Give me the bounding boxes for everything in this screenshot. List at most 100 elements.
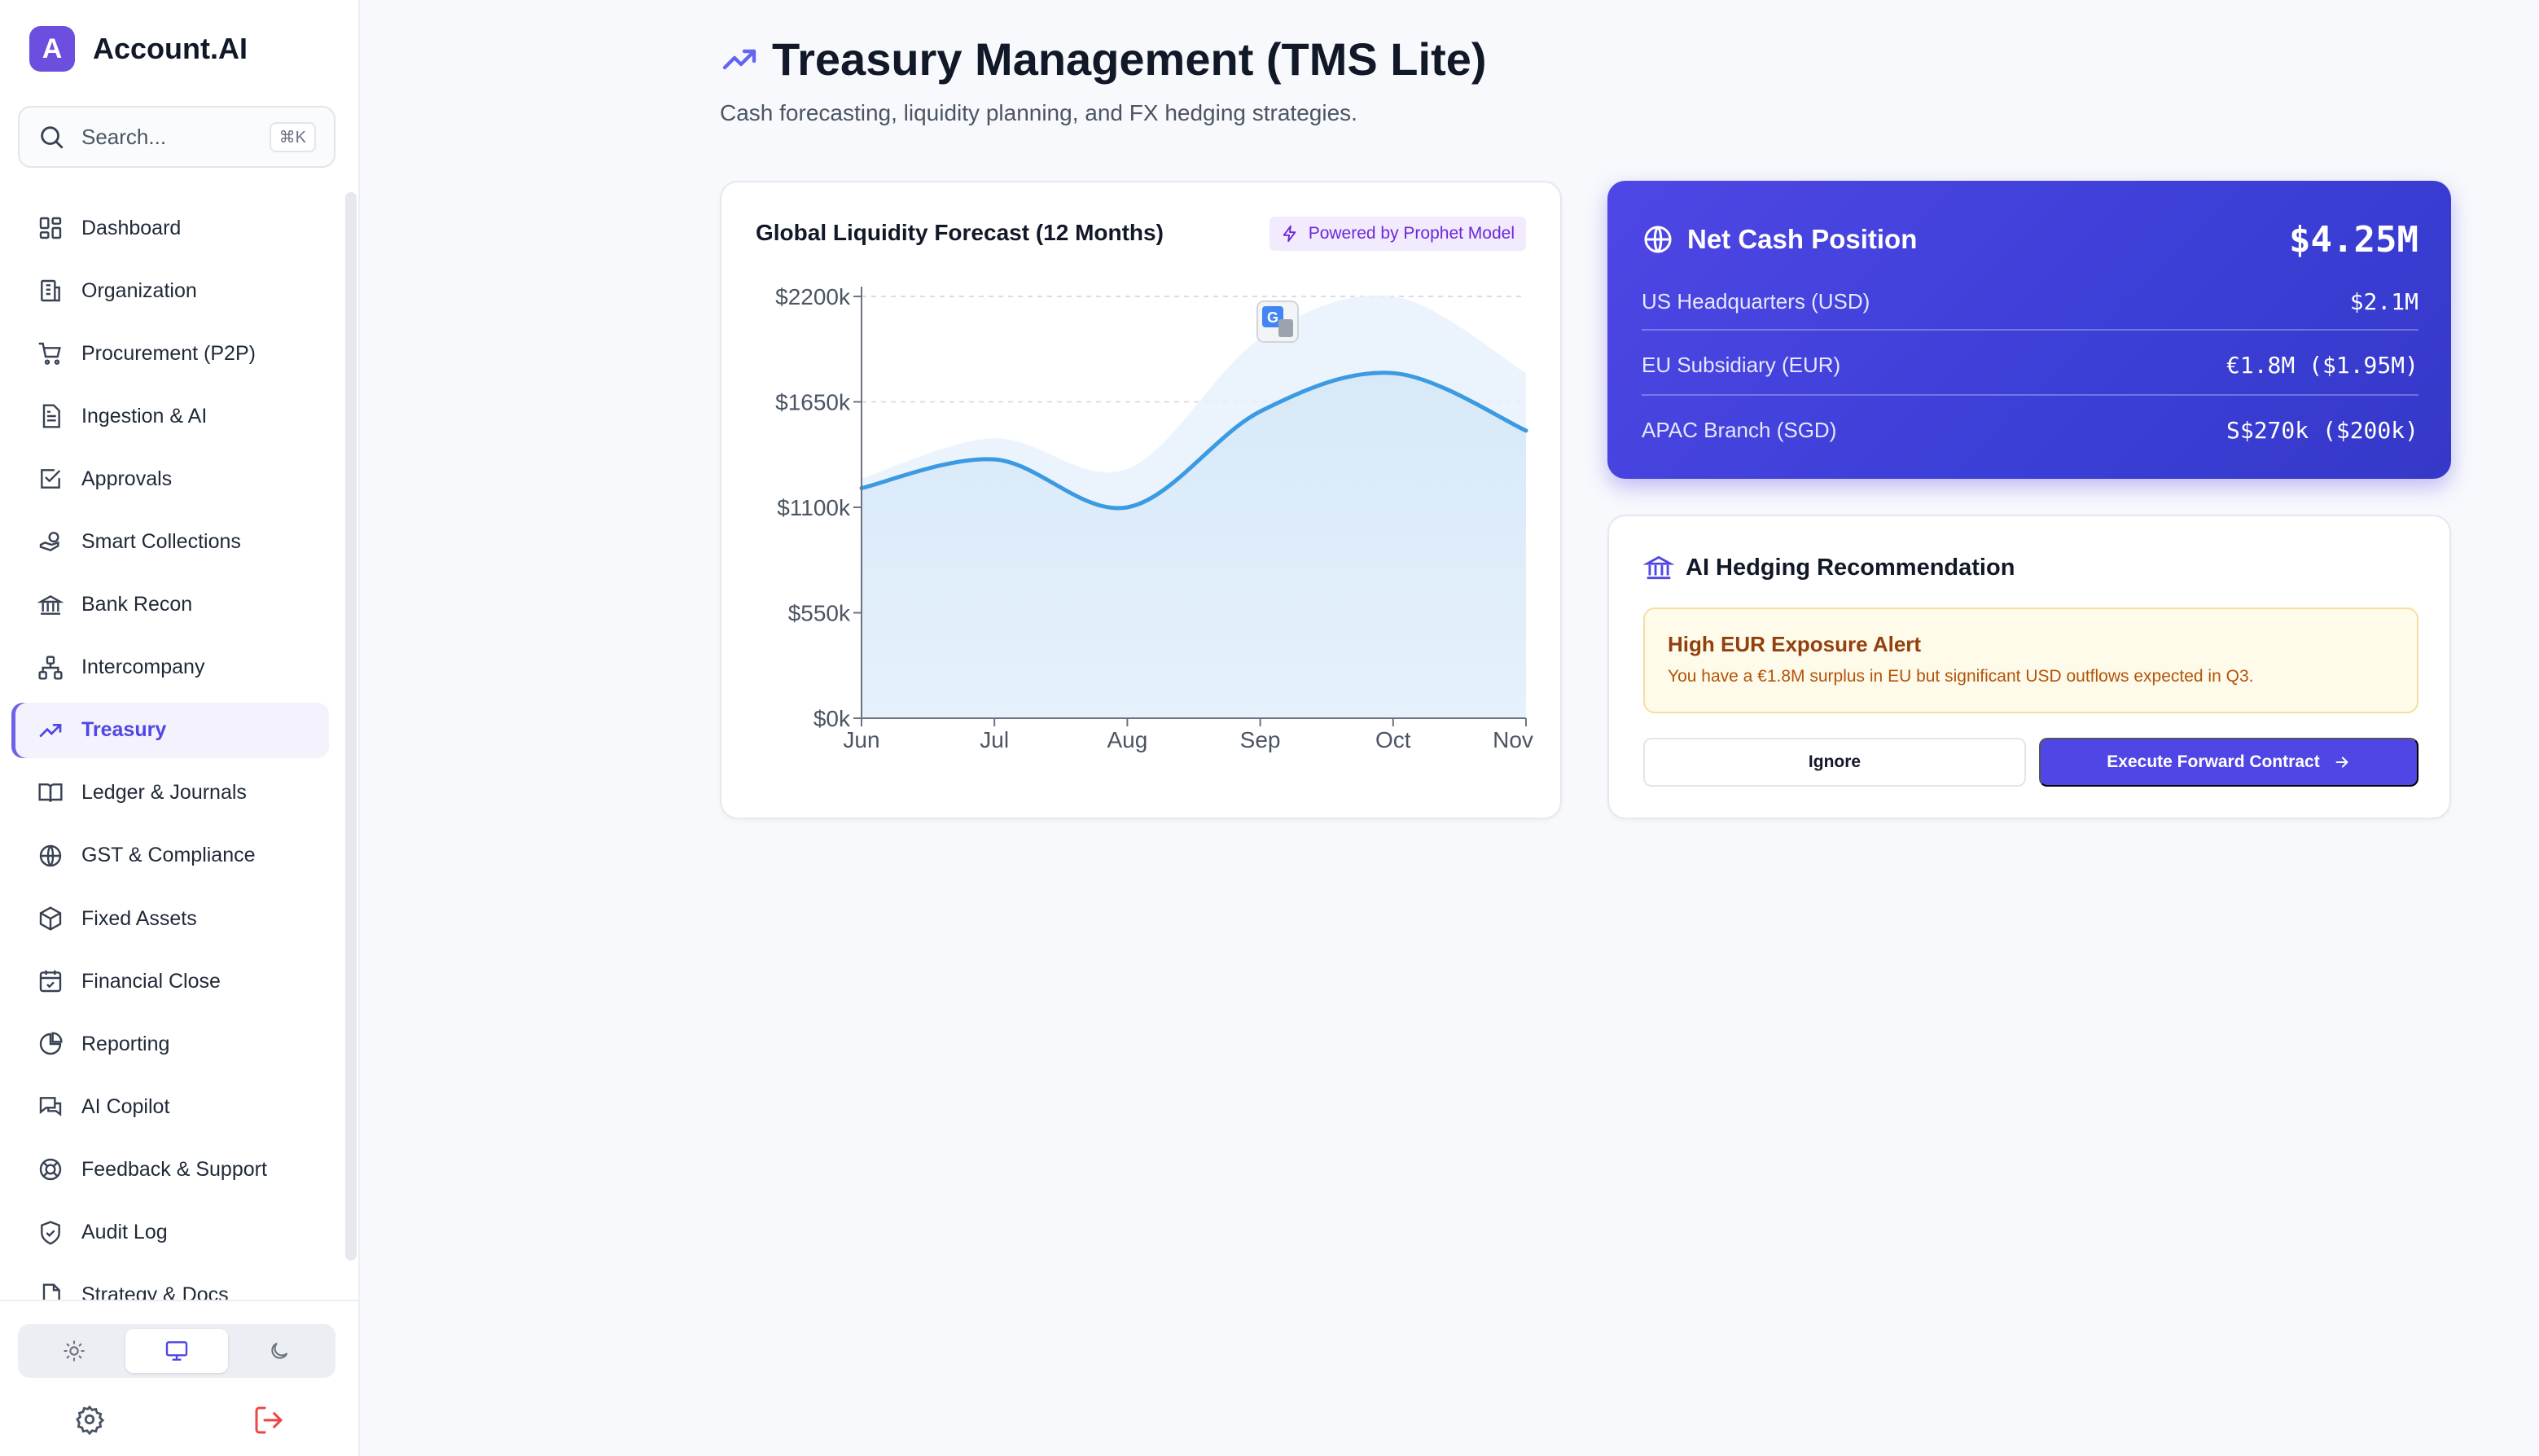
alert-title: High EUR Exposure Alert <box>1668 632 1922 656</box>
cash-row-label: EU Subsidiary (EUR) <box>1642 352 1841 377</box>
alert-text: You have a €1.8M surplus in EU but signi… <box>1668 667 2254 686</box>
sidebar-item-audit-log[interactable]: Audit Log <box>11 1205 329 1261</box>
x-tick-label: Sep <box>1240 727 1281 752</box>
sun-icon <box>64 1340 85 1362</box>
pie-chart-icon <box>36 1029 65 1059</box>
hedging-title: AI Hedging Recommendation <box>1686 554 2015 581</box>
sidebar-item-approvals[interactable]: Approvals <box>11 451 329 507</box>
page-header: Treasury Management (TMS Lite) Cash fore… <box>720 33 1487 126</box>
sidebar-item-label: Organization <box>81 278 197 302</box>
sidebar-item-label: Intercompany <box>81 656 205 679</box>
sidebar-bottom-actions <box>0 1404 358 1436</box>
moon-icon <box>271 1342 288 1359</box>
trending-up-icon <box>722 49 756 69</box>
globe-icon <box>36 841 65 871</box>
sidebar-item-label: Bank Recon <box>81 593 193 616</box>
sidebar-item-label: Strategy & Docs <box>81 1283 229 1300</box>
x-tick-label: Oct <box>1375 727 1411 752</box>
exposure-alert: High EUR Exposure Alert You have a €1.8M… <box>1643 607 2418 713</box>
x-tick-label: Jun <box>843 727 879 752</box>
sidebar-item-label: GST & Compliance <box>81 844 256 867</box>
chat-icon <box>36 1092 65 1121</box>
theme-light-button[interactable] <box>23 1329 125 1373</box>
divider <box>1642 329 2418 331</box>
sidebar-item-bank-recon[interactable]: Bank Recon <box>11 577 329 633</box>
cash-row-label: APAC Branch (SGD) <box>1642 417 1837 442</box>
translate-icon: G <box>1256 300 1299 343</box>
search-icon <box>41 126 64 149</box>
calendar-check-icon <box>36 967 65 996</box>
sidebar-item-label: Dashboard <box>81 216 182 239</box>
sidebar-item-smart-collections[interactable]: Smart Collections <box>11 514 329 569</box>
sidebar-item-label: Approvals <box>81 467 173 490</box>
execute-button-label: Execute Forward Contract <box>2107 752 2320 771</box>
sidebar-scrollbar[interactable] <box>345 192 357 1261</box>
monitor-icon <box>165 1341 188 1361</box>
execute-forward-contract-button[interactable]: Execute Forward Contract <box>2039 738 2418 787</box>
brand[interactable]: A Account.AI <box>29 26 248 72</box>
arrow-right-icon <box>2335 757 2348 768</box>
sidebar-item-ingestion[interactable]: Ingestion & AI <box>11 388 329 444</box>
net-cash-title: Net Cash Position <box>1687 224 1918 254</box>
sidebar-item-label: Procurement (P2P) <box>81 341 256 365</box>
sidebar-item-intercompany[interactable]: Intercompany <box>11 640 329 695</box>
liquidity-forecast-card: Global Liquidity Forecast (12 Months) Po… <box>720 181 1562 819</box>
sidebar-item-dashboard[interactable]: Dashboard <box>11 200 329 256</box>
sidebar-item-gst-compliance[interactable]: GST & Compliance <box>11 828 329 884</box>
check-square-icon <box>36 464 65 493</box>
box-icon <box>36 904 65 933</box>
sidebar-item-ai-copilot[interactable]: AI Copilot <box>11 1079 329 1134</box>
sidebar-item-strategy-docs[interactable]: Strategy & Docs <box>11 1268 329 1300</box>
file-icon <box>36 1281 65 1300</box>
sidebar-item-ledger[interactable]: Ledger & Journals <box>11 765 329 821</box>
cash-row-value: S$270k ($200k) <box>2225 416 2418 444</box>
cash-row-us: US Headquarters (USD) $2.1M <box>1642 269 2418 334</box>
liquidity-chart[interactable]: $0k$550k$1100k$1650k$2200kJun Jul Aug Sep Oc… <box>721 182 1560 818</box>
trending-up-icon <box>36 716 65 745</box>
network-icon <box>36 653 65 682</box>
sidebar-item-treasury[interactable]: Treasury <box>11 702 329 758</box>
x-tick-label: Aug <box>1107 727 1147 752</box>
cash-row-apac: APAC Branch (SGD) S$270k ($200k) <box>1642 397 2418 463</box>
sidebar-item-label: Smart Collections <box>81 529 241 553</box>
lifebuoy-icon <box>36 1155 65 1184</box>
dashboard-icon <box>36 213 65 243</box>
building-icon <box>36 276 65 305</box>
settings-button[interactable] <box>0 1404 179 1436</box>
book-icon <box>36 778 65 808</box>
sidebar-item-feedback-support[interactable]: Feedback & Support <box>11 1142 329 1197</box>
sidebar-item-reporting[interactable]: Reporting <box>11 1016 329 1072</box>
svg-text:G: G <box>1267 309 1278 326</box>
page-title: Treasury Management (TMS Lite) <box>772 33 1487 85</box>
sidebar-item-label: Treasury <box>81 718 167 742</box>
sidebar-item-procurement[interactable]: Procurement (P2P) <box>11 326 329 381</box>
ignore-button[interactable]: Ignore <box>1643 738 2026 787</box>
gear-icon <box>76 1405 105 1435</box>
sidebar-item-organization[interactable]: Organization <box>11 263 329 318</box>
cart-icon <box>36 339 65 368</box>
page-subtitle: Cash forecasting, liquidity planning, an… <box>720 100 1357 125</box>
bank-icon <box>36 590 65 620</box>
sidebar-item-fixed-assets[interactable]: Fixed Assets <box>11 891 329 946</box>
x-tick-label: Nov <box>1493 727 1533 752</box>
globe-icon <box>1644 226 1672 253</box>
cash-row-value: €1.8M ($1.95M) <box>2225 351 2418 379</box>
sidebar-item-financial-close[interactable]: Financial Close <box>11 954 329 1009</box>
brand-logo: A <box>29 26 75 72</box>
search-input[interactable]: Search... ⌘K <box>18 106 335 168</box>
logout-button[interactable] <box>179 1404 358 1436</box>
divider <box>1642 394 2418 396</box>
cash-row-eu: EU Subsidiary (EUR) €1.8M ($1.95M) <box>1642 332 2418 397</box>
cash-row-value: $2.1M <box>2349 287 2418 315</box>
sidebar-item-label: AI Copilot <box>81 1094 170 1118</box>
theme-toggle <box>18 1324 335 1378</box>
theme-system-button[interactable] <box>125 1329 228 1373</box>
search-shortcut: ⌘K <box>269 121 316 152</box>
x-tick-label: Jul <box>980 727 1009 752</box>
y-tick-label: $1100k <box>777 495 851 520</box>
search-placeholder: Search... <box>81 124 167 149</box>
sidebar-item-label: Ledger & Journals <box>81 781 247 805</box>
brand-name: Account.AI <box>93 32 248 65</box>
theme-dark-button[interactable] <box>228 1329 331 1373</box>
sidebar-item-label: Reporting <box>81 1032 170 1055</box>
